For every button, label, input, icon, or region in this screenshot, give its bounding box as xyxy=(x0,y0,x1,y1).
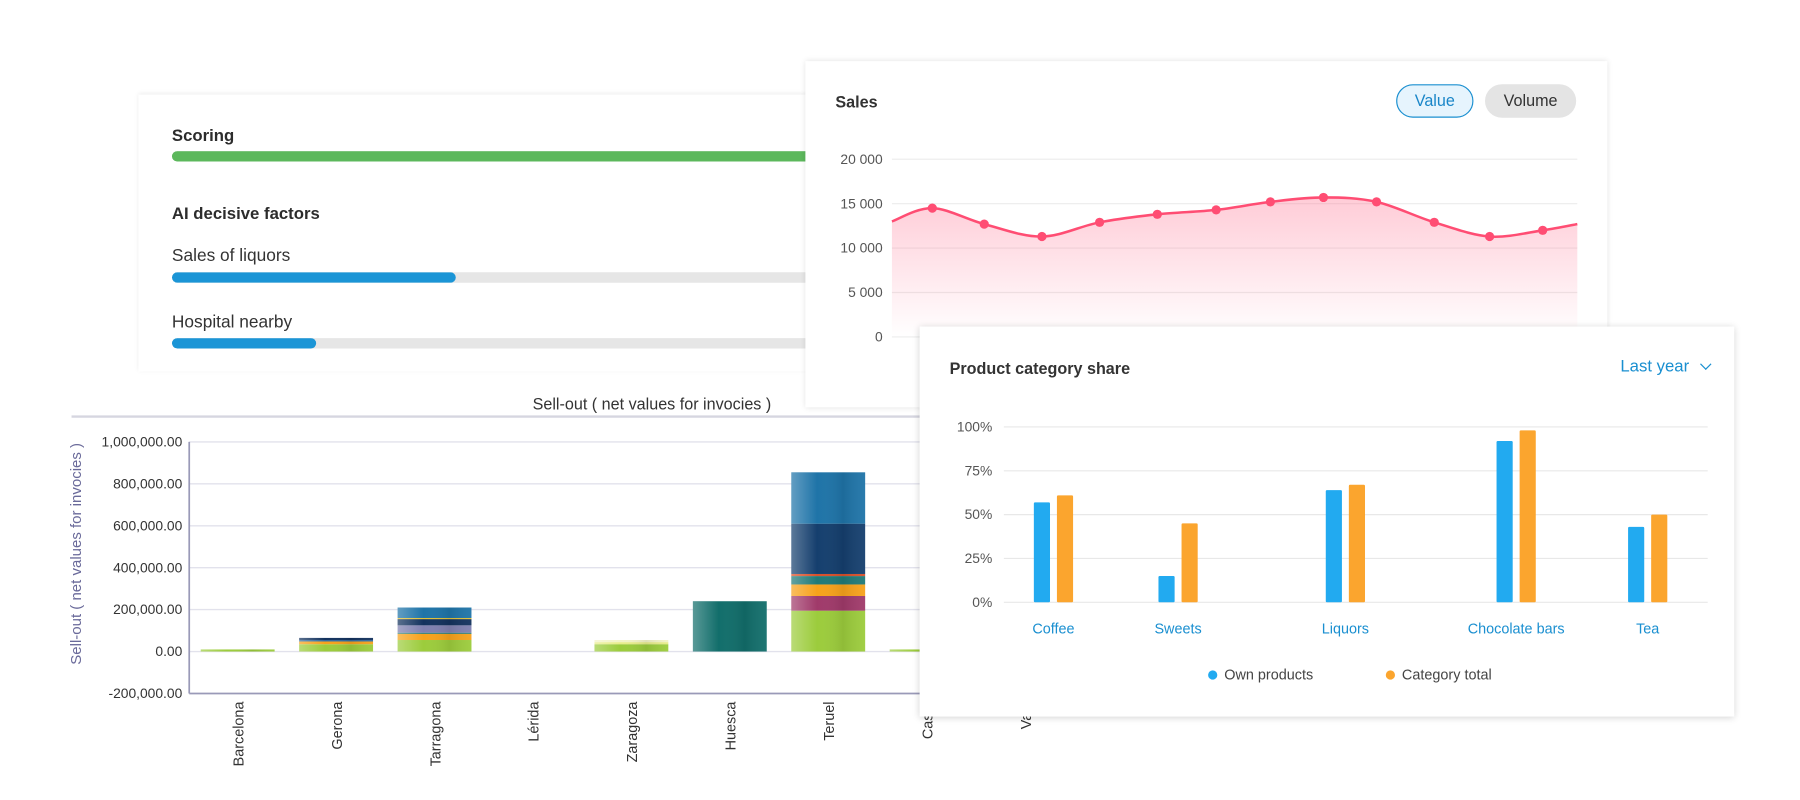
x-tick-label: Lérida xyxy=(527,701,543,742)
y-tick-label: -200,000.00 xyxy=(108,685,182,701)
chart-title: Sell-out ( net values for invocies ) xyxy=(533,396,772,414)
legend-label: Category total xyxy=(1401,666,1492,684)
product-share-card: Product category share Last year 100% 75%… xyxy=(919,326,1735,717)
bar-category-total xyxy=(1651,514,1668,603)
bar-shine xyxy=(791,472,866,652)
legend-label: Own products xyxy=(1224,666,1314,684)
category-label: Liquors xyxy=(1322,621,1369,637)
bar-shine xyxy=(692,601,767,652)
bar-own-products xyxy=(1496,440,1513,603)
y-tick-label: 200,000.00 xyxy=(113,601,183,617)
bar-shine xyxy=(200,649,275,652)
bar-shine xyxy=(397,607,472,652)
y-tick-label: 0.00 xyxy=(155,643,182,659)
category-label: Sweets xyxy=(1154,621,1201,637)
sales-point xyxy=(1095,217,1105,227)
sales-point xyxy=(1371,197,1382,207)
sales-area xyxy=(891,197,1578,337)
category-label: Tea xyxy=(1636,621,1660,637)
y-tick-label: 75% xyxy=(965,462,993,478)
bar-category-total xyxy=(1519,430,1536,603)
sales-point xyxy=(927,203,937,213)
bar-own-products xyxy=(1158,576,1175,603)
x-tick-label: Teruel xyxy=(822,702,838,741)
legend-dot-icon xyxy=(1208,670,1218,680)
share-chart: 100% 75% 50% 25% 0% Coffee Sweets Liquors Chocol… xyxy=(957,419,1708,637)
y-tick-label: 0% xyxy=(972,594,992,610)
bar-own-products xyxy=(1033,502,1051,603)
sales-point xyxy=(1152,209,1162,219)
sales-point xyxy=(1037,231,1047,242)
y-tick-label: 10 000 xyxy=(840,240,883,256)
x-tick-label: Barcelona xyxy=(231,701,247,767)
bar-shine xyxy=(299,637,374,652)
legend-own-products[interactable]: Own products xyxy=(1208,667,1313,683)
y-tick-label: 100% xyxy=(957,419,992,435)
x-tick-label: Tarragona xyxy=(428,701,444,767)
bar-shine xyxy=(594,640,669,652)
sales-point xyxy=(1538,225,1548,235)
sales-point xyxy=(1485,231,1495,242)
y-tick-label: 15 000 xyxy=(840,195,883,211)
sales-point xyxy=(979,219,989,229)
y-tick-label: 800,000.00 xyxy=(113,475,183,491)
y-tick-label: 50% xyxy=(965,506,993,522)
sales-point xyxy=(1318,192,1329,203)
x-tick-label: Gerona xyxy=(330,701,346,750)
sales-point xyxy=(1211,205,1221,215)
y-tick-label: 1,000,000.00 xyxy=(102,434,183,450)
x-tick-label: Zaragoza xyxy=(625,701,641,763)
y-tick-label: 25% xyxy=(965,550,993,566)
bar-own-products xyxy=(1325,490,1342,603)
y-axis-label: Sell-out ( net values for invocies ) xyxy=(68,443,85,665)
sales-point xyxy=(1429,217,1439,227)
x-tick-label: Huesca xyxy=(724,701,740,751)
bar-category-total xyxy=(1181,523,1198,603)
y-tick-label: 0 xyxy=(875,329,883,345)
y-tick-label: 600,000.00 xyxy=(113,517,183,533)
category-label: Chocolate bars xyxy=(1468,621,1565,637)
y-tick-label: 400,000.00 xyxy=(113,559,183,575)
bar-category-total xyxy=(1056,495,1074,603)
category-label: Coffee xyxy=(1032,621,1074,637)
bar-category-total xyxy=(1348,484,1366,603)
y-tick-label: 20 000 xyxy=(840,151,883,167)
bar-own-products xyxy=(1628,526,1645,603)
sales-point xyxy=(1265,197,1276,207)
y-tick-label: 5 000 xyxy=(848,284,883,300)
legend-category-total[interactable]: Category total xyxy=(1385,666,1492,684)
legend-dot-icon xyxy=(1385,670,1396,680)
